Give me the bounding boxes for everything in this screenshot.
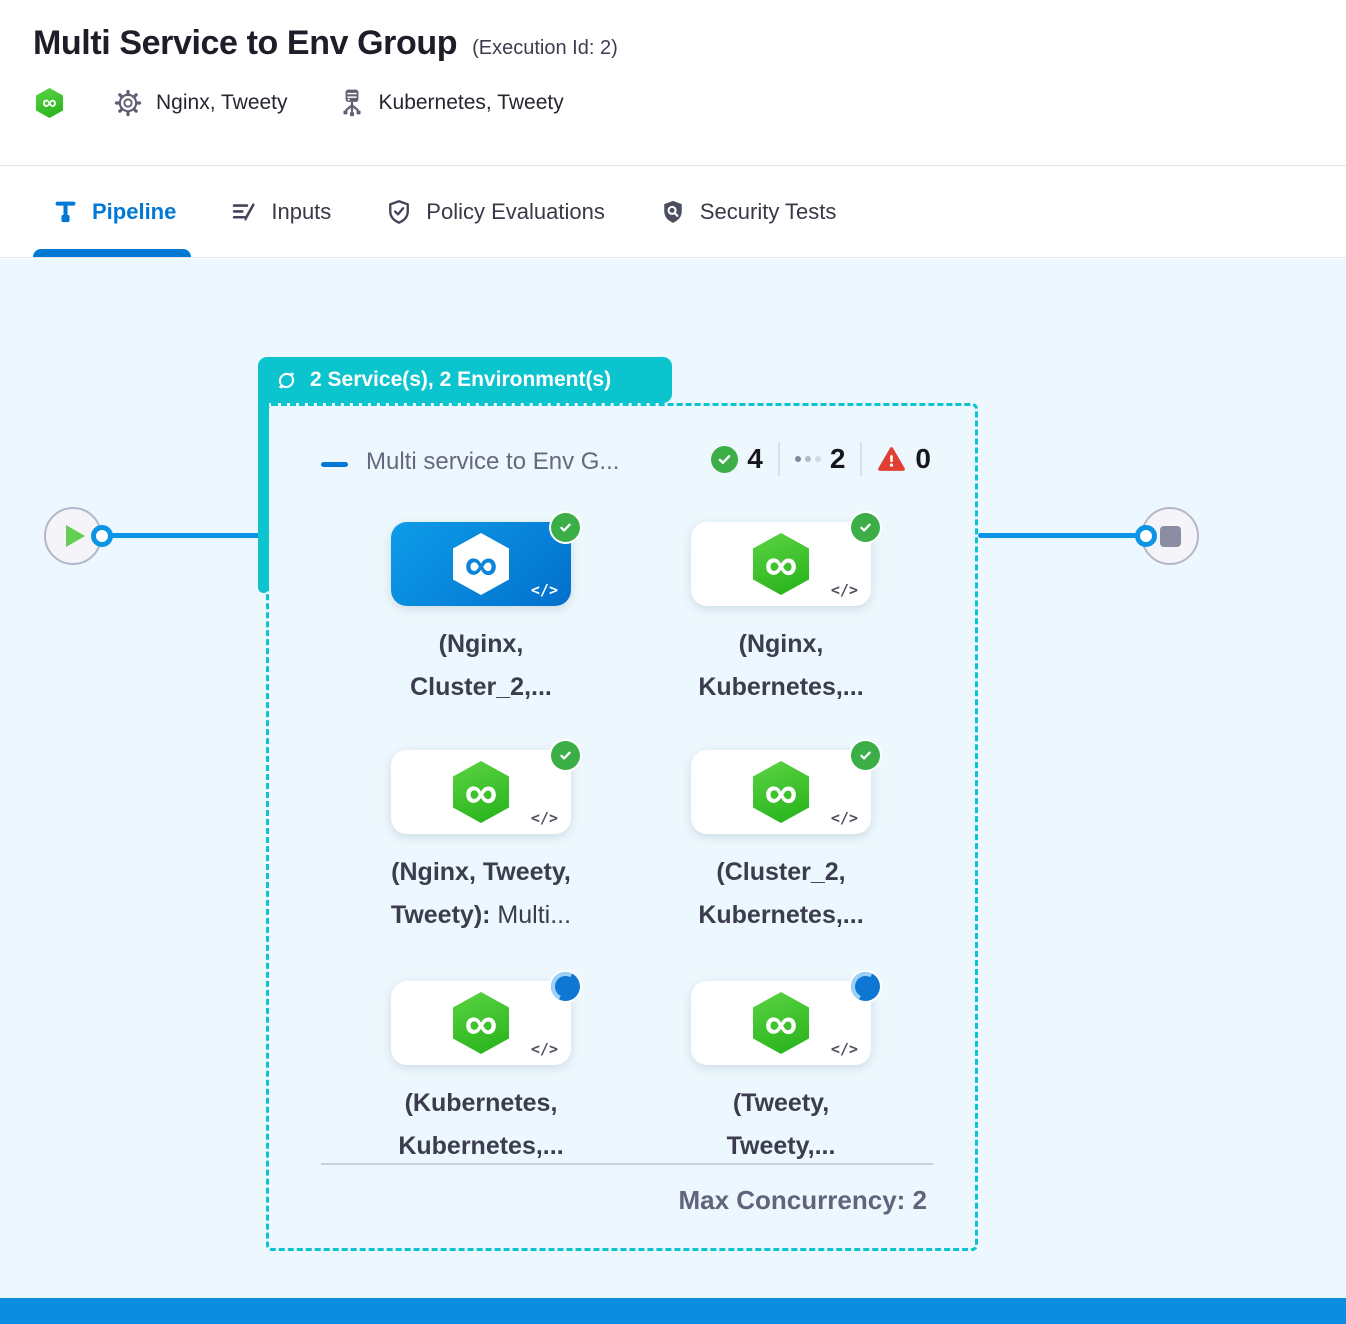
- status-running-icon: [551, 972, 580, 1001]
- tab-pipeline[interactable]: Pipeline: [52, 166, 176, 257]
- stage-group-title: Multi service to Env G...: [366, 448, 619, 476]
- tab-inputs[interactable]: Inputs: [230, 166, 331, 257]
- harness-service-icon: ∞: [453, 992, 509, 1054]
- collapse-icon[interactable]: [321, 462, 348, 467]
- title-row: Multi Service to Env Group (Execution Id…: [0, 0, 1346, 63]
- harness-service-icon: ∞: [453, 533, 509, 595]
- code-icon: </>: [831, 581, 858, 599]
- pipeline-canvas: 2 Service(s), 2 Environment(s) Multi ser…: [0, 259, 1346, 1324]
- status-counts: 4 2 0: [711, 442, 931, 476]
- loop-group-badge[interactable]: 2 Service(s), 2 Environment(s): [258, 357, 672, 403]
- execution-tabbar: Pipeline Inputs Policy Evaluations: [0, 166, 1346, 258]
- stage-card-nginx-tweety[interactable]: ∞ </>: [391, 750, 571, 834]
- environments-label: Kubernetes, Tweety: [379, 91, 564, 115]
- stage-card-label: (Nginx, Kubernetes,...: [631, 623, 931, 709]
- stage-card-nginx-cluster2[interactable]: ∞ </>: [391, 522, 571, 606]
- environment-icon: [338, 87, 366, 119]
- tab-security-tests[interactable]: Security Tests: [659, 166, 837, 257]
- edge-start-to-stage: [100, 533, 266, 538]
- harness-service-icon: ∞: [753, 533, 809, 595]
- edge-stage-to-end: [978, 533, 1145, 538]
- execution-id-label: (Execution Id: 2): [472, 37, 618, 60]
- loop-badge-label: 2 Service(s), 2 Environment(s): [310, 368, 611, 392]
- execution-meta-row: ∞ Nginx, Tweety: [36, 87, 1346, 119]
- success-count: 4: [747, 443, 763, 475]
- running-count: 2: [830, 443, 846, 475]
- code-icon: </>: [831, 1040, 858, 1058]
- tab-inputs-label: Inputs: [271, 199, 331, 225]
- shield-check-icon: [385, 198, 413, 226]
- harness-service-icon: ∞: [453, 761, 509, 823]
- group-divider: [321, 1163, 933, 1165]
- tab-pipeline-label: Pipeline: [92, 199, 176, 225]
- code-icon: </>: [531, 581, 558, 599]
- success-count-icon: [711, 446, 738, 473]
- loop-icon: [275, 369, 298, 392]
- edge-start-connector-dot: [91, 525, 113, 547]
- edge-end-connector-dot: [1135, 525, 1157, 547]
- play-icon: [66, 525, 85, 547]
- tab-security-label: Security Tests: [700, 199, 837, 225]
- harness-service-icon: ∞: [753, 992, 809, 1054]
- stage-card-nginx-kubernetes[interactable]: ∞ </>: [691, 522, 871, 606]
- status-success-icon: [551, 513, 580, 542]
- services-label: Nginx, Tweety: [156, 91, 288, 115]
- stop-icon: [1160, 526, 1181, 547]
- canvas-horizontal-scrollbar[interactable]: [0, 1298, 1346, 1324]
- max-concurrency-label: Max Concurrency: 2: [678, 1185, 927, 1216]
- status-success-icon: [851, 741, 880, 770]
- stage-card-label: (Nginx, Tweety, Tweety): Multi...: [331, 851, 631, 937]
- pipeline-icon: [52, 198, 79, 225]
- stage-card-cluster2-kubernetes[interactable]: ∞ </>: [691, 750, 871, 834]
- inputs-icon: [230, 198, 258, 226]
- code-icon: </>: [531, 809, 558, 827]
- shield-search-icon: [659, 198, 687, 226]
- status-success-icon: [851, 513, 880, 542]
- stage-card-label: (Tweety, Tweety,...: [631, 1082, 931, 1168]
- execution-header: Multi Service to Env Group (Execution Id…: [0, 0, 1346, 166]
- stage-card-label: (Kubernetes, Kubernetes,...: [331, 1082, 631, 1168]
- gear-icon: [113, 88, 143, 118]
- failed-count-icon: [877, 446, 906, 472]
- stage-card-tweety-tweety[interactable]: ∞ </>: [691, 981, 871, 1065]
- tab-policy-label: Policy Evaluations: [426, 199, 605, 225]
- code-icon: </>: [531, 1040, 558, 1058]
- status-success-icon: [551, 741, 580, 770]
- code-icon: </>: [831, 809, 858, 827]
- stage-card-label: (Cluster_2, Kubernetes,...: [631, 851, 931, 937]
- harness-service-icon: ∞: [753, 761, 809, 823]
- status-running-icon: [851, 972, 880, 1001]
- page-title: Multi Service to Env Group: [33, 24, 457, 63]
- stage-card-label: (Nginx, Cluster_2,...: [331, 623, 631, 709]
- failed-count: 0: [915, 443, 931, 475]
- harness-cd-icon: ∞: [36, 88, 63, 118]
- execution-page: Multi Service to Env Group (Execution Id…: [0, 0, 1346, 1324]
- running-count-icon: [795, 456, 821, 462]
- tab-policy-evaluations[interactable]: Policy Evaluations: [385, 166, 605, 257]
- stage-group-box: Multi service to Env G... 4 2 0: [266, 403, 978, 1251]
- stage-card-kubernetes-kubernetes[interactable]: ∞ </>: [391, 981, 571, 1065]
